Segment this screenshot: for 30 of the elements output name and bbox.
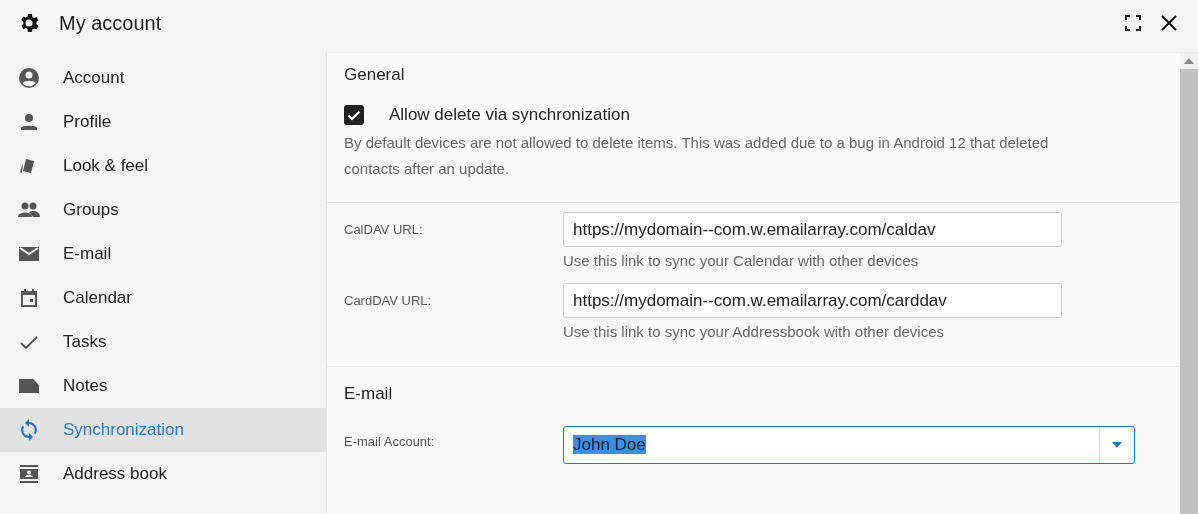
- selected-text: John Doe: [573, 435, 646, 454]
- description-text: By default devices are not allowed to delete items. This was added due to a bug in Android 12 that deleted contacts after an update.: [344, 133, 1050, 179]
- sidebar-item[interactable]: Calendar: [0, 276, 326, 320]
- scroll-up-icon[interactable]: [1184, 58, 1194, 64]
- address-book-icon: [17, 462, 41, 486]
- checkbox[interactable]: [344, 105, 364, 125]
- sidebar-item[interactable]: Account: [0, 56, 326, 100]
- field-hint: Use this link to sync your Calendar with other devices: [563, 252, 920, 269]
- field-label: CalDAV URL:: [344, 221, 424, 239]
- url-field[interactable]: https://mydomain--com.w.emailarray.com/caldav: [563, 212, 1062, 247]
- sidebar-item[interactable]: Tasks: [0, 320, 326, 364]
- window-title: My account: [59, 11, 163, 35]
- sidebar-item[interactable]: Synchronization: [0, 408, 326, 452]
- account-circle-icon: [17, 66, 41, 90]
- account-select[interactable]: John Doe: [563, 426, 1135, 464]
- sidebar-item[interactable]: E-mail: [0, 232, 326, 276]
- section-title: General: [344, 65, 406, 85]
- sidebar-item[interactable]: Look & feel: [0, 144, 326, 188]
- caret-icon: [1111, 441, 1123, 449]
- section-title: E-mail: [344, 384, 394, 404]
- field-label: E-mail Account:: [344, 433, 436, 451]
- field-label: CardDAV URL:: [344, 292, 433, 310]
- sidebar-item[interactable]: Profile: [0, 100, 326, 144]
- url-field[interactable]: https://mydomain--com.w.emailarray.com/carddav: [563, 283, 1062, 318]
- scrollbar[interactable]: [1180, 53, 1198, 514]
- field-hint: Use this link to sync your Addressbook with other devices: [563, 323, 945, 340]
- sidebar-item[interactable]: Notes: [0, 364, 326, 408]
- sidebar-item[interactable]: Address book: [0, 452, 326, 496]
- sidebar-item[interactable]: Groups: [0, 188, 326, 232]
- checkbox-label: Allow delete via synchronization: [389, 105, 630, 125]
